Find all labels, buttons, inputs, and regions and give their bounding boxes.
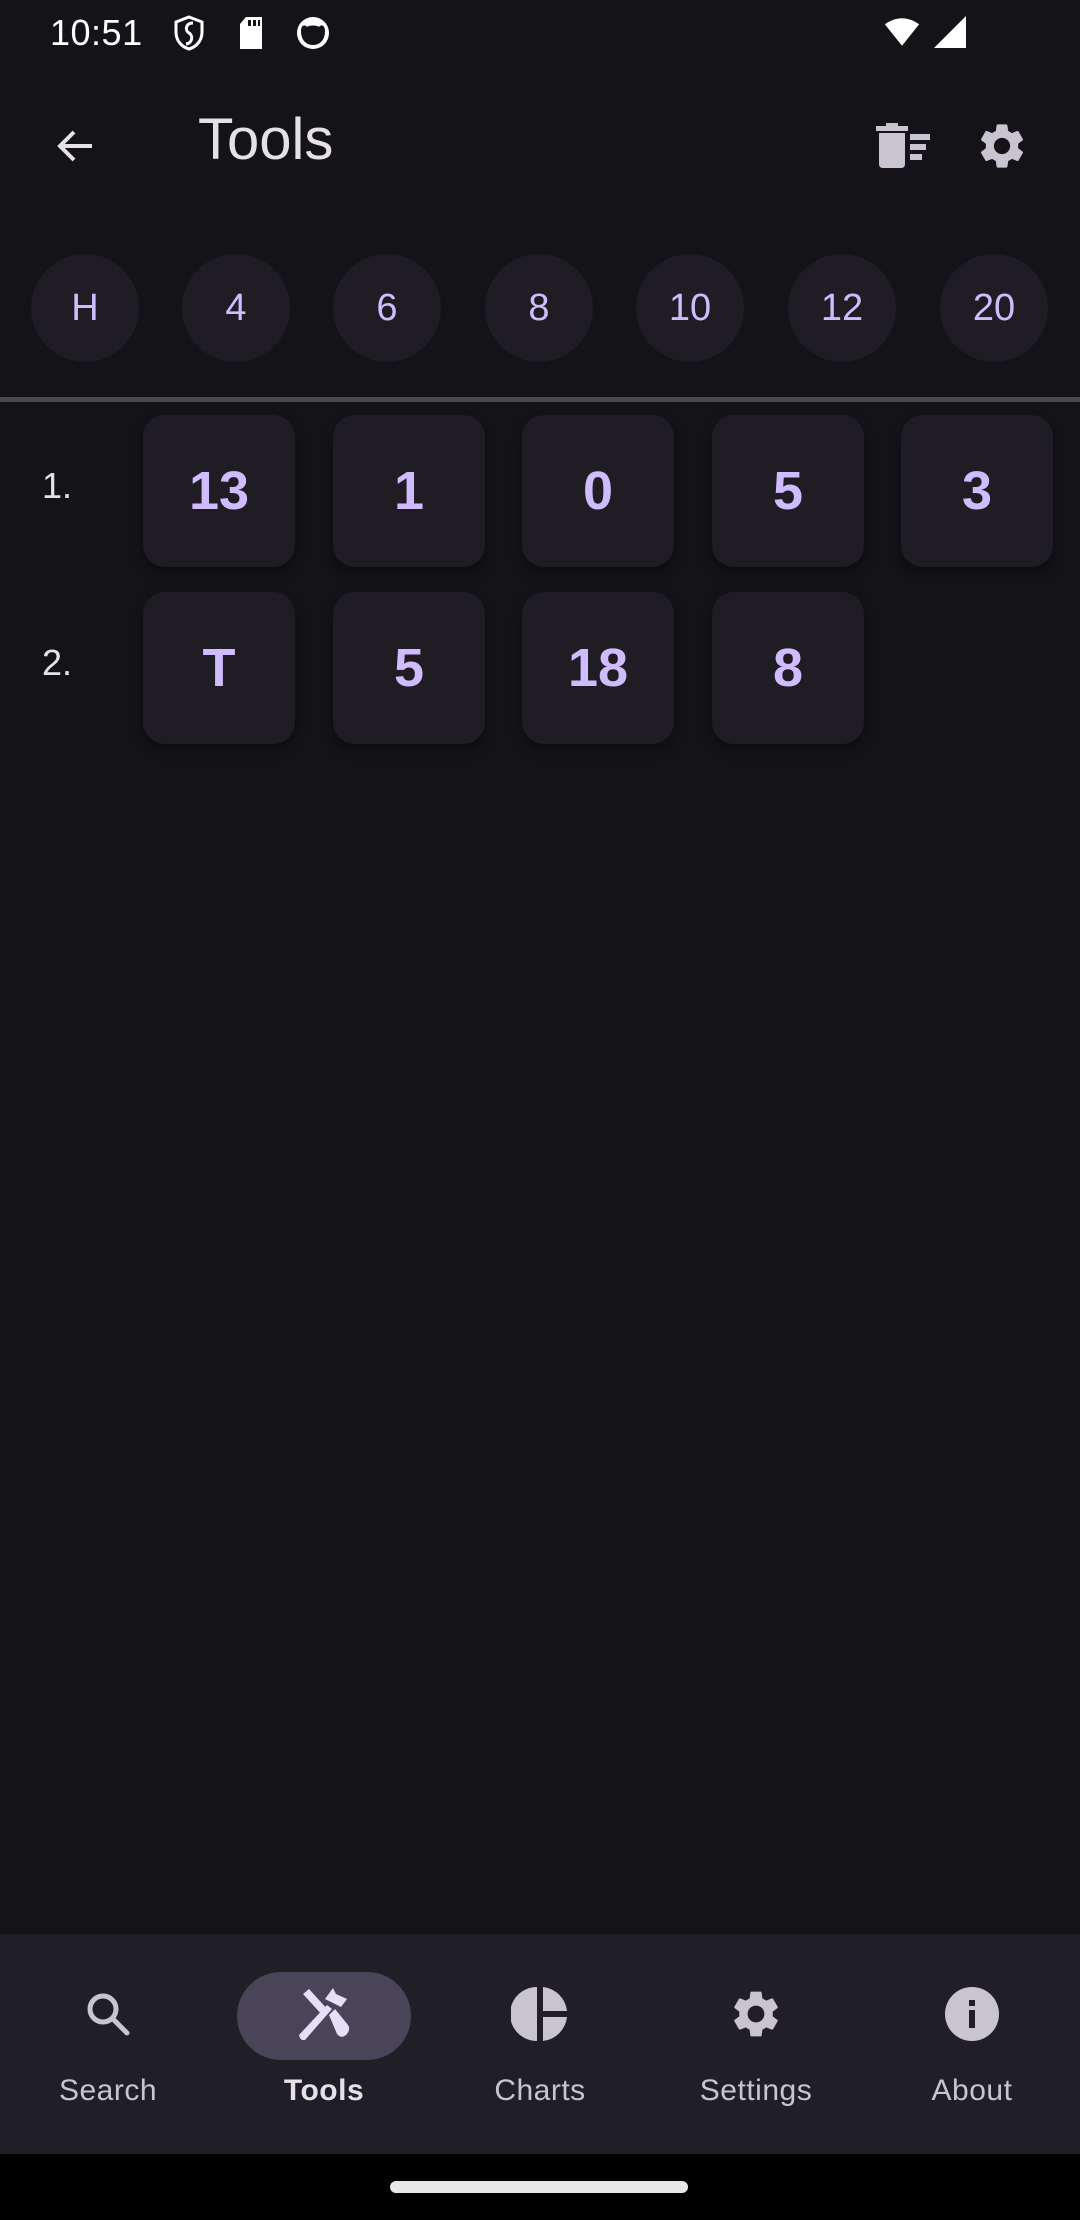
nav-label: Charts: [494, 2074, 586, 2107]
roll-result[interactable]: 8: [712, 592, 864, 744]
roll-result[interactable]: T: [143, 592, 295, 744]
page-title: Tools: [198, 107, 334, 172]
roll-result[interactable]: 1: [333, 415, 485, 567]
roll-result[interactable]: 18: [522, 592, 674, 744]
nav-item-tools[interactable]: Tools: [216, 1934, 432, 2154]
roll-result[interactable]: 13: [143, 415, 295, 567]
cat-face-icon: [295, 15, 331, 51]
status-bar: 10:51: [0, 0, 1080, 66]
nav-item-search[interactable]: Search: [0, 1934, 216, 2154]
delete-sweep-icon: [874, 122, 930, 175]
roll-result[interactable]: 5: [712, 415, 864, 567]
nav-item-settings[interactable]: Settings: [648, 1934, 864, 2154]
roll-row: 1. 13 1 0 5 3: [0, 415, 1080, 567]
nav-item-about[interactable]: About: [864, 1934, 1080, 2154]
roll-result[interactable]: 0: [522, 415, 674, 567]
die-button-h[interactable]: H: [31, 254, 139, 362]
shield-icon: [171, 15, 207, 51]
roll-row: 2. T 5 18 8: [0, 592, 1080, 744]
nav-indicator: [237, 1972, 411, 2060]
nav-label: About: [931, 2074, 1013, 2107]
settings-button[interactable]: [966, 112, 1038, 184]
nav-indicator: [669, 1972, 843, 2060]
bottom-navigation: Search Tools Charts Settings About: [0, 1934, 1080, 2154]
back-button[interactable]: [40, 112, 112, 184]
system-navigation-bar: [0, 2154, 1080, 2220]
search-icon: [82, 1988, 134, 2045]
nav-indicator: [453, 1972, 627, 2060]
gear-icon: [728, 1986, 784, 2047]
die-button-d10[interactable]: 10: [636, 254, 744, 362]
arrow-back-icon: [52, 122, 100, 175]
info-icon: [944, 1986, 1000, 2047]
die-button-d6[interactable]: 6: [333, 254, 441, 362]
nav-indicator: [885, 1972, 1059, 2060]
nav-indicator: [21, 1972, 195, 2060]
pie-chart-icon: [510, 1985, 569, 2048]
gear-icon: [975, 119, 1029, 178]
status-time: 10:51: [50, 12, 143, 53]
roll-result[interactable]: 5: [333, 592, 485, 744]
wifi-icon: [884, 14, 920, 50]
die-button-d4[interactable]: 4: [182, 254, 290, 362]
app-bar: Tools: [0, 66, 1080, 218]
cellular-signal-icon: [932, 14, 968, 50]
tools-icon: [295, 1985, 353, 2048]
nav-label: Settings: [699, 2074, 813, 2107]
roll-index: 1.: [42, 465, 73, 506]
nav-item-charts[interactable]: Charts: [432, 1934, 648, 2154]
roll-result[interactable]: 3: [901, 415, 1053, 567]
sd-card-icon: [233, 15, 269, 51]
nav-label: Tools: [283, 2074, 365, 2107]
die-button-d20[interactable]: 20: [940, 254, 1048, 362]
roll-index: 2.: [42, 642, 73, 683]
dice-selector: H 4 6 8 10 12 20: [31, 254, 1061, 362]
home-gesture-handle[interactable]: [390, 2181, 688, 2193]
clear-history-button[interactable]: [866, 112, 938, 184]
die-button-d8[interactable]: 8: [485, 254, 593, 362]
die-button-d12[interactable]: 12: [788, 254, 896, 362]
divider: [0, 397, 1080, 402]
nav-label: Search: [58, 2074, 158, 2107]
